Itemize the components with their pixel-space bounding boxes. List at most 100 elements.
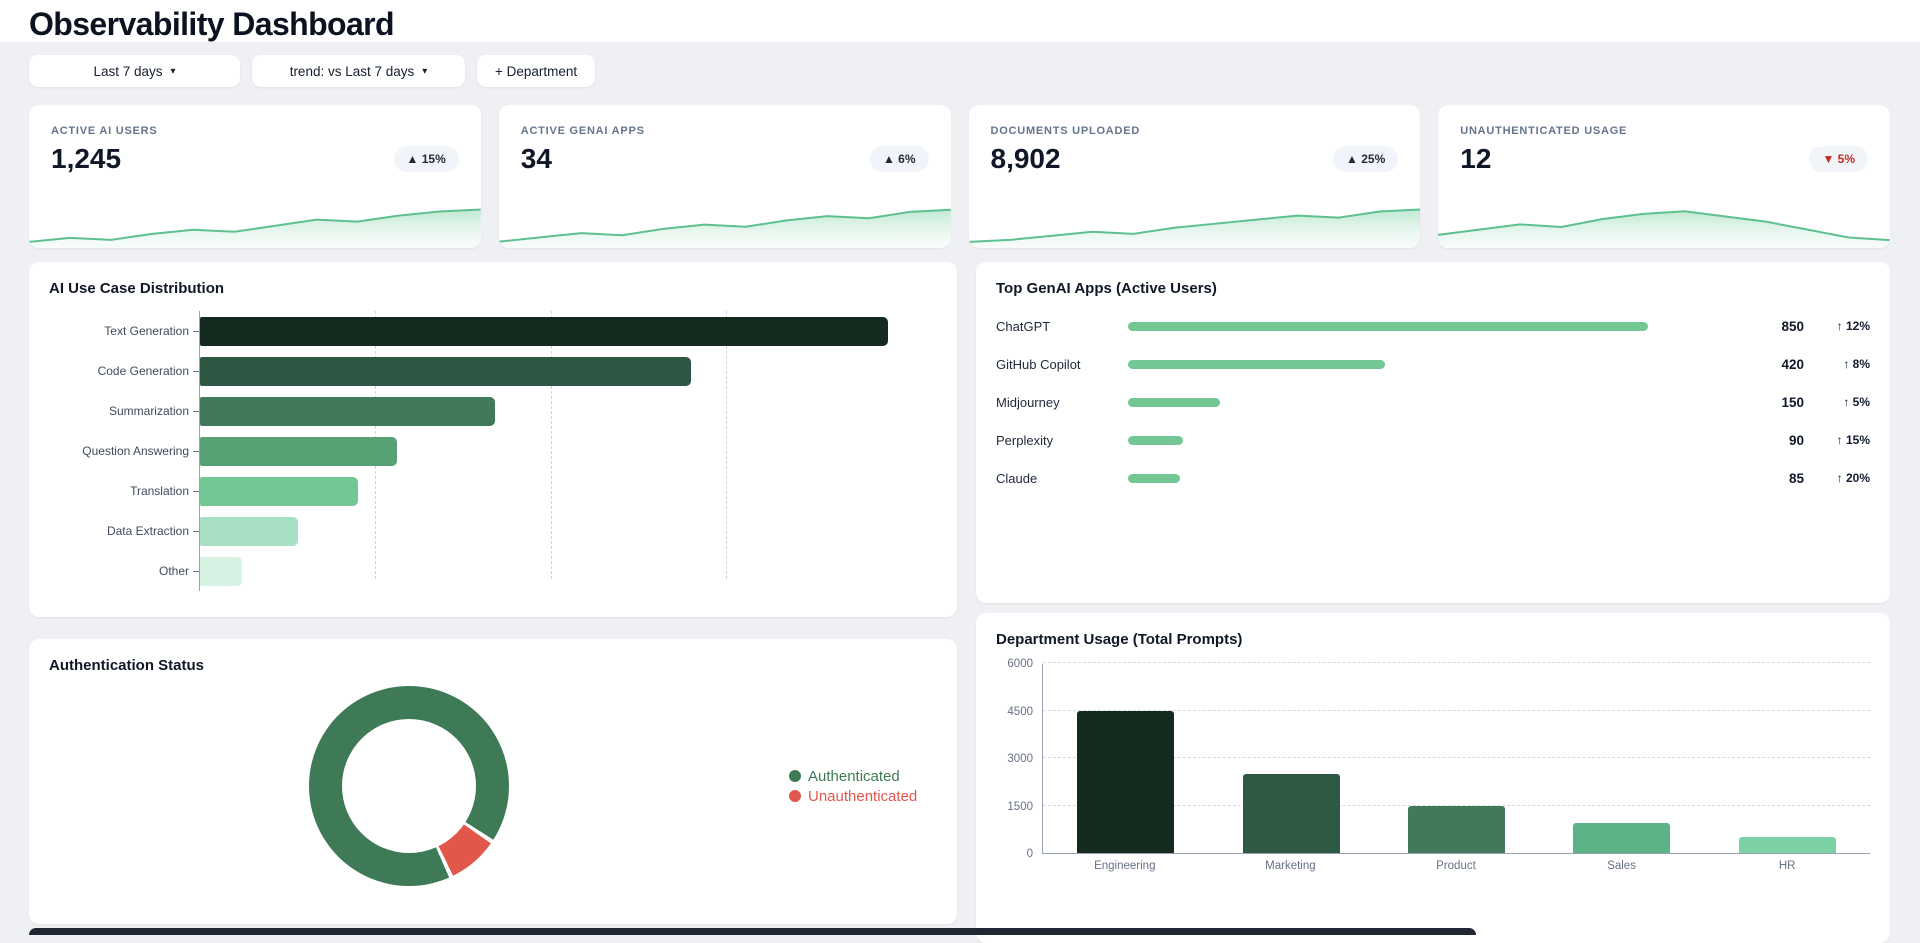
panel-title: Department Usage (Total Prompts) <box>996 631 1870 648</box>
kpi-value: 8,902 <box>991 143 1061 175</box>
app-active-users-value: 420 <box>1748 357 1804 372</box>
kpi-sparkline <box>499 196 951 248</box>
app-name: Perplexity <box>996 433 1128 448</box>
bar-engineering[interactable] <box>1077 711 1174 853</box>
kpi-label: ACTIVE GENAI APPS <box>521 125 929 137</box>
bar-summarization[interactable] <box>200 397 495 426</box>
trend-compare-label: trend: vs Last 7 days <box>290 64 415 79</box>
bar-code-generation[interactable] <box>200 357 691 386</box>
bar-marketing[interactable] <box>1243 774 1340 853</box>
kpi-label: UNAUTHENTICATED USAGE <box>1460 125 1868 137</box>
panel-title: AI Use Case Distribution <box>49 280 937 297</box>
bar-hr[interactable] <box>1739 837 1836 853</box>
legend-label: Unauthenticated <box>808 788 917 805</box>
panel-title: Top GenAI Apps (Active Users) <box>996 280 1870 297</box>
panel-authentication-status: Authentication Status Authenticated Unaut… <box>29 639 957 924</box>
y-axis-tick-label: 3000 <box>1007 753 1033 765</box>
chevron-down-icon: ▾ <box>422 66 427 77</box>
bar-sales[interactable] <box>1573 823 1670 853</box>
app-name: ChatGPT <box>996 319 1128 334</box>
kpi-row: ACTIVE AI USERS 1,245 ▲ 15% ACTIVE GENAI… <box>29 105 1890 248</box>
panel-ai-use-case-distribution: AI Use Case Distribution Text Generation… <box>29 262 957 617</box>
app-trend-label: ↑ 5% <box>1804 395 1870 409</box>
app-name: Claude <box>996 471 1128 486</box>
legend-dot-icon <box>789 790 801 802</box>
app-bar-track <box>1128 474 1648 483</box>
x-axis-label: Sales <box>1539 860 1705 872</box>
x-axis-label: Marketing <box>1208 860 1374 872</box>
app-row-chatgpt: ChatGPT850↑ 12% <box>996 307 1870 345</box>
kpi-trend-badge: ▲ 25% <box>1333 146 1398 172</box>
app-trend-label: ↑ 12% <box>1804 319 1870 333</box>
y-axis-label: Text Generation <box>49 311 199 351</box>
app-name: Midjourney <box>996 395 1128 410</box>
date-range-label: Last 7 days <box>93 64 162 79</box>
app-active-users-value: 150 <box>1748 395 1804 410</box>
bar-text-generation[interactable] <box>200 317 888 346</box>
trend-compare-dropdown[interactable]: trend: vs Last 7 days ▾ <box>252 55 465 87</box>
legend-item-authenticated[interactable]: Authenticated <box>789 768 917 785</box>
kpi-label: ACTIVE AI USERS <box>51 125 459 137</box>
kpi-card-unauthenticated-usage: UNAUTHENTICATED USAGE 12 ▼ 5% <box>1438 105 1890 248</box>
date-range-dropdown[interactable]: Last 7 days ▾ <box>29 55 240 87</box>
page-title: Observability Dashboard <box>29 6 1890 43</box>
kpi-value: 34 <box>521 143 552 175</box>
kpi-sparkline <box>969 196 1421 248</box>
bar-product[interactable] <box>1408 806 1505 853</box>
y-axis-tick-label: 6000 <box>1007 658 1033 670</box>
gridline <box>1043 662 1870 663</box>
kpi-card-active-ai-users: ACTIVE AI USERS 1,245 ▲ 15% <box>29 105 481 248</box>
app-trend-label: ↑ 20% <box>1804 471 1870 485</box>
department-bars <box>1043 664 1870 853</box>
legend-label: Authenticated <box>808 768 900 785</box>
dashboard-grid: AI Use Case Distribution Text Generation… <box>29 262 1890 943</box>
auth-status-chart: Authenticated Unauthenticated <box>49 686 937 886</box>
y-axis-label: Translation <box>49 471 199 511</box>
app-usage-bar[interactable] <box>1128 360 1385 369</box>
kpi-label: DOCUMENTS UPLOADED <box>991 125 1399 137</box>
app-active-users-value: 90 <box>1748 433 1804 448</box>
app-trend-label: ↑ 8% <box>1804 357 1870 371</box>
app-bar-track <box>1128 398 1648 407</box>
kpi-card-documents-uploaded: DOCUMENTS UPLOADED 8,902 ▲ 25% <box>969 105 1421 248</box>
app-bar-track <box>1128 360 1648 369</box>
y-axis-label: Question Answering <box>49 431 199 471</box>
bar-question-answering[interactable] <box>200 437 397 466</box>
kpi-value: 1,245 <box>51 143 121 175</box>
app-active-users-value: 85 <box>1748 471 1804 486</box>
bar-translation[interactable] <box>200 477 358 506</box>
y-axis-label: Summarization <box>49 391 199 431</box>
auth-donut-chart[interactable] <box>309 686 509 886</box>
legend-item-unauthenticated[interactable]: Unauthenticated <box>789 788 917 805</box>
kpi-trend-badge: ▲ 6% <box>870 146 929 172</box>
add-department-filter-button[interactable]: + Department <box>477 55 595 87</box>
app-usage-bar[interactable] <box>1128 436 1183 445</box>
panel-top-genai-apps: Top GenAI Apps (Active Users) ChatGPT850… <box>976 262 1890 603</box>
app-usage-bar[interactable] <box>1128 474 1180 483</box>
kpi-trend-badge: ▲ 15% <box>394 146 459 172</box>
dashboard-page: Observability Dashboard Last 7 days ▾ tr… <box>0 0 1920 943</box>
app-bar-track <box>1128 322 1648 331</box>
department-usage-chart: 01500300045006000 <box>996 664 1870 854</box>
bar-data-extraction[interactable] <box>200 517 298 546</box>
panel-title: Authentication Status <box>49 657 937 674</box>
app-row-perplexity: Perplexity 90↑ 15% <box>996 421 1870 459</box>
legend-dot-icon <box>789 770 801 782</box>
x-axis-label: Product <box>1373 860 1539 872</box>
app-bar-track <box>1128 436 1648 445</box>
use-case-bar-chart: Text GenerationCode GenerationSummarizat… <box>49 311 937 591</box>
panel-department-usage: Department Usage (Total Prompts) 0150030… <box>976 613 1890 943</box>
bar-other[interactable] <box>200 557 242 586</box>
kpi-card-active-genai-apps: ACTIVE GENAI APPS 34 ▲ 6% <box>499 105 951 248</box>
app-usage-bar[interactable] <box>1128 322 1648 331</box>
app-row-claude: Claude 85↑ 20% <box>996 459 1870 497</box>
app-usage-bar[interactable] <box>1128 398 1220 407</box>
kpi-trend-badge: ▼ 5% <box>1809 146 1868 172</box>
y-axis-label: Data Extraction <box>49 511 199 551</box>
y-axis-tick-label: 4500 <box>1007 706 1033 718</box>
kpi-sparkline <box>29 196 481 248</box>
auth-legend: Authenticated Unauthenticated <box>789 768 917 805</box>
app-trend-label: ↑ 15% <box>1804 433 1870 447</box>
y-axis-tick-label: 1500 <box>1007 801 1033 813</box>
app-row-midjourney: Midjourney 150↑ 5% <box>996 383 1870 421</box>
